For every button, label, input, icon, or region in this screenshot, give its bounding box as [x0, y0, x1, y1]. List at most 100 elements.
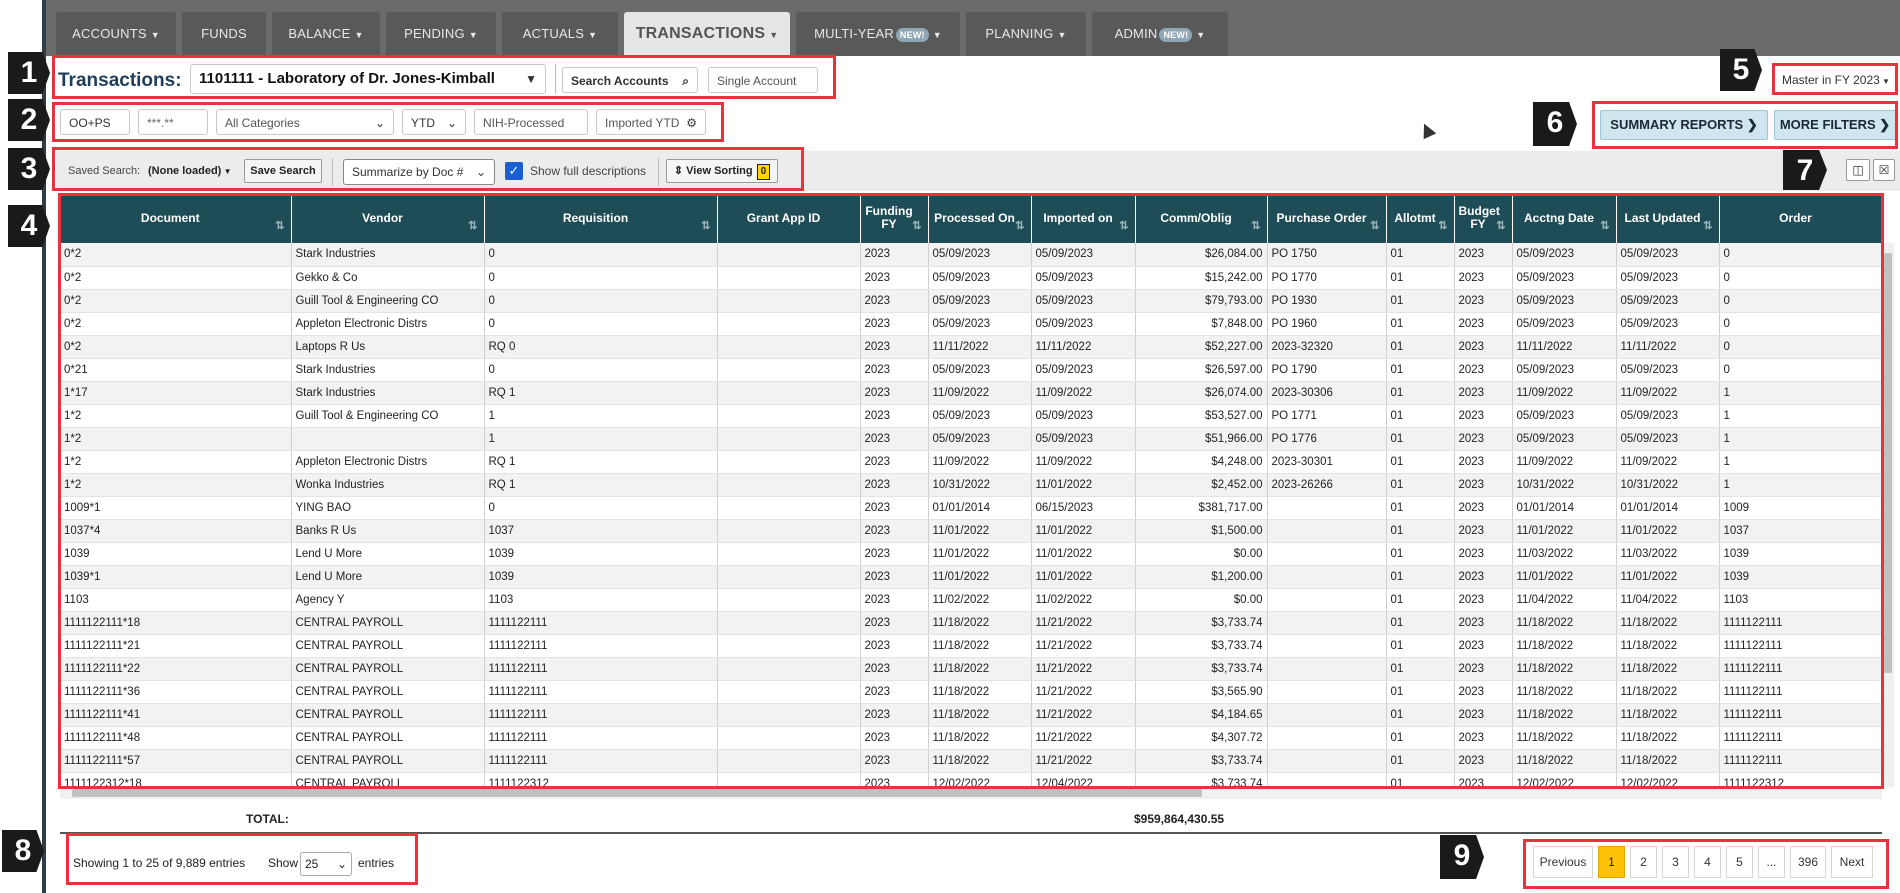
table-row[interactable]: 0*2 Stark Industries 0 2023 05/09/2023 05/09/…	[60, 243, 1882, 267]
tab-multi-year[interactable]: MULTI-YEAR NEW! ▼	[796, 12, 960, 56]
column-header[interactable]: Order	[1719, 193, 1882, 243]
column-header[interactable]: Budget FY ⇅	[1454, 193, 1513, 243]
tab-pending[interactable]: PENDING ▼	[386, 12, 496, 56]
sort-icon[interactable]: ⇅	[701, 220, 710, 233]
table-cell: 11/18/2022	[928, 634, 1032, 658]
show-full-checkbox[interactable]: ✓	[505, 162, 523, 180]
table-row[interactable]: 1037*4 Banks R Us 1037 2023 11/01/2022 11/01/…	[60, 519, 1882, 543]
more-filters-button[interactable]: MORE FILTERS ❯	[1774, 110, 1896, 140]
chevron-down-icon: ⌄	[446, 116, 457, 130]
horizontal-scrollbar[interactable]	[60, 787, 1882, 799]
table-row[interactable]: 0*2 Guill Tool & Engineering CO 0 2023 05/09…	[60, 289, 1882, 313]
table-row[interactable]: 1111122111*36 CENTRAL PAYROLL 1111122111 20…	[60, 680, 1882, 704]
table-row[interactable]: 1111122111*21 CENTRAL PAYROLL 1111122111 20…	[60, 634, 1882, 658]
tab-funds[interactable]: FUNDS	[182, 12, 266, 56]
table-row[interactable]: 1111122111*48 CENTRAL PAYROLL 1111122111 20…	[60, 726, 1882, 750]
table-row[interactable]: 1103 Agency Y 1103 2023 11/02/2022 11/02/2022…	[60, 588, 1882, 612]
table-cell: 12/02/2022	[1512, 772, 1617, 787]
table-row[interactable]: 1009*1 YING BAO 0 2023 01/01/2014 06/15/2023 $…	[60, 496, 1882, 520]
column-header[interactable]: Requisition ⇅	[484, 193, 718, 243]
table-row[interactable]: 0*2 Appleton Electronic Distrs 0 2023 05/09/…	[60, 312, 1882, 336]
table-row[interactable]: 1111122312*18 CENTRAL PAYROLL 1111122312 20…	[60, 772, 1882, 787]
view-sorting-button[interactable]: ⇕ View Sorting 0	[666, 159, 778, 183]
imported-ytd-toggle[interactable]: Imported YTD ⚙	[596, 109, 706, 135]
page-button[interactable]: 396	[1790, 846, 1826, 878]
table-row[interactable]: 1111122111*18 CENTRAL PAYROLL 1111122111 20…	[60, 611, 1882, 635]
sort-icon[interactable]: ⇅	[1438, 220, 1447, 233]
table-row[interactable]: 1*2 1 2023 05/09/2023 05/09/2023 $51,966.00 PO…	[60, 427, 1882, 451]
tab-admin[interactable]: ADMIN NEW! ▼	[1092, 12, 1228, 56]
page-size-select[interactable]: 25 ⌄	[300, 852, 352, 876]
page-button[interactable]: 2	[1630, 846, 1657, 878]
period-select[interactable]: YTD ⌄	[402, 109, 466, 135]
summarize-select[interactable]: Summarize by Doc # ⌄	[343, 159, 495, 185]
table-cell	[717, 680, 861, 704]
previous-page-button[interactable]: Previous	[1533, 846, 1593, 878]
column-header[interactable]: Document ⇅	[60, 193, 292, 243]
column-header[interactable]: Acctng Date ⇅	[1512, 193, 1617, 243]
sort-icon[interactable]: ⇅	[912, 220, 921, 233]
table-cell: 01	[1386, 427, 1455, 451]
oo-select[interactable]: OO+PS⌄	[60, 109, 130, 135]
column-header[interactable]: Allotmt ⇅	[1386, 193, 1455, 243]
fiscal-year-select[interactable]: Master in FY 2023 ▼	[1778, 67, 1896, 93]
nih-processed-toggle[interactable]: NIH-Processed⚙	[474, 109, 588, 135]
table-cell: 2023	[1454, 335, 1513, 359]
sort-icon[interactable]: ⇅	[275, 220, 284, 233]
column-header[interactable]: Imported on ⇅	[1031, 193, 1136, 243]
column-header[interactable]: Comm/Oblig ⇅	[1135, 193, 1268, 243]
page-button[interactable]: 1	[1598, 846, 1625, 878]
tab-planning[interactable]: PLANNING ▼	[966, 12, 1086, 56]
sort-icon[interactable]: ⇅	[1703, 220, 1712, 233]
account-select[interactable]: 1101111 - Laboratory of Dr. Jones-Kimbal…	[190, 64, 546, 94]
tab-transactions[interactable]: TRANSACTIONS ▼	[624, 12, 790, 56]
table-row[interactable]: 1039 Lend U More 1039 2023 11/01/2022 11/01/2…	[60, 542, 1882, 566]
table-row[interactable]: 1*17 Stark Industries RQ 1 2023 11/09/2022 11…	[60, 381, 1882, 405]
column-header[interactable]: Last Updated ⇅	[1616, 193, 1720, 243]
page-button[interactable]: 5	[1726, 846, 1753, 878]
categories-select[interactable]: All Categories ⌄	[216, 109, 394, 135]
page-button[interactable]: 3	[1662, 846, 1689, 878]
sort-icon[interactable]: ⇅	[1600, 220, 1609, 233]
column-header[interactable]: Grant App ID	[717, 193, 861, 243]
next-page-button[interactable]: Next	[1831, 846, 1873, 878]
scrollbar-thumb[interactable]	[72, 789, 1202, 797]
sort-icon[interactable]: ⇅	[468, 220, 477, 233]
mask-input[interactable]: ***.**	[138, 109, 208, 135]
table-cell	[1267, 588, 1387, 612]
save-search-button[interactable]: Save Search	[244, 159, 322, 183]
page-button[interactable]: 4	[1694, 846, 1721, 878]
tab-balance[interactable]: BALANCE ▼	[272, 12, 380, 56]
table-row[interactable]: 1*2 Wonka Industries RQ 1 2023 10/31/2022 11/…	[60, 473, 1882, 497]
table-row[interactable]: 1111122111*57 CENTRAL PAYROLL 1111122111 20…	[60, 749, 1882, 773]
table-row[interactable]: 1111122111*22 CENTRAL PAYROLL 1111122111 20…	[60, 657, 1882, 681]
column-header[interactable]: Purchase Order ⇅	[1267, 193, 1387, 243]
tab-actuals[interactable]: ACTUALS ▼	[502, 12, 618, 56]
table-row[interactable]: 0*2 Laptops R Us RQ 0 2023 11/11/2022 11/11/2…	[60, 335, 1882, 359]
table-row[interactable]: 1*2 Appleton Electronic Distrs RQ 1 2023 11/…	[60, 450, 1882, 474]
single-account-toggle[interactable]: Single Account ⚙	[708, 67, 818, 93]
scrollbar-thumb[interactable]	[1884, 253, 1892, 673]
table-row[interactable]: 0*2 Gekko & Co 0 2023 05/09/2023 05/09/2023 $1…	[60, 266, 1882, 290]
table-row[interactable]: 1039*1 Lend U More 1039 2023 11/01/2022 11/01…	[60, 565, 1882, 589]
saved-search-dropdown[interactable]: (None loaded) ▼	[148, 160, 231, 183]
excel-icon[interactable]: ☒	[1873, 159, 1895, 181]
table-row[interactable]: 1*2 Guill Tool & Engineering CO 1 2023 05/09…	[60, 404, 1882, 428]
column-header[interactable]: Vendor ⇅	[291, 193, 485, 243]
summary-reports-button[interactable]: SUMMARY REPORTS ❯	[1600, 110, 1768, 140]
search-accounts-button[interactable]: Search Accounts ⌕	[562, 67, 698, 93]
table-cell	[717, 726, 861, 750]
sort-icon[interactable]: ⇅	[1119, 220, 1128, 233]
table-cell: 0	[1719, 312, 1882, 336]
sort-icon[interactable]: ⇅	[1015, 220, 1024, 233]
vertical-scrollbar[interactable]	[1882, 243, 1894, 787]
sort-icon[interactable]: ⇅	[1370, 220, 1379, 233]
table-row[interactable]: 0*21 Stark Industries 0 2023 05/09/2023 05/09…	[60, 358, 1882, 382]
column-header[interactable]: Funding FY ⇅	[860, 193, 929, 243]
sort-icon[interactable]: ⇅	[1251, 220, 1260, 233]
table-row[interactable]: 1111122111*41 CENTRAL PAYROLL 1111122111 20…	[60, 703, 1882, 727]
tab-accounts[interactable]: ACCOUNTS ▼	[56, 12, 176, 56]
sort-icon[interactable]: ⇅	[1496, 220, 1505, 233]
column-header[interactable]: Processed On ⇅	[928, 193, 1032, 243]
columns-icon[interactable]: ◫	[1846, 159, 1870, 181]
